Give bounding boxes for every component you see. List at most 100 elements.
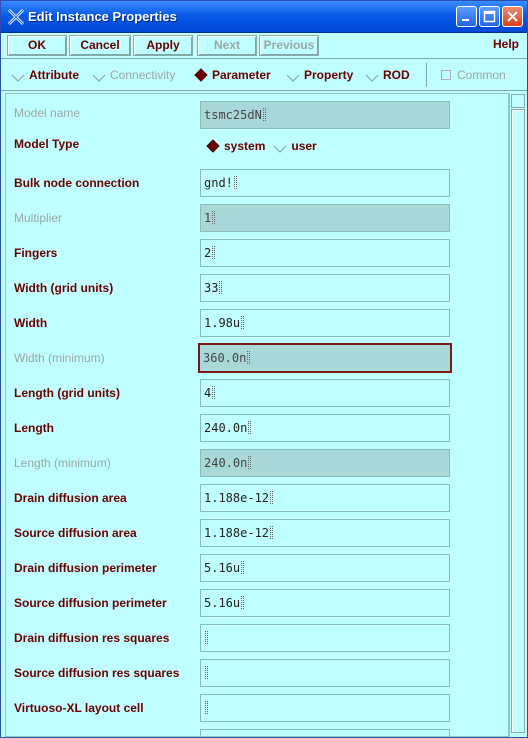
drain-area-label: Drain diffusion area (14, 491, 127, 505)
form-row-bulk-node: Bulk node connection gnd! (6, 168, 508, 203)
next-button[interactable]: Next (197, 35, 257, 56)
fingers-input[interactable]: 2 (200, 239, 450, 267)
tab-rod[interactable]: ROD (365, 68, 410, 82)
width-grid-label: Width (grid units) (14, 281, 114, 295)
model-type-radio-group: system user (206, 139, 325, 153)
form-row-drain-res: Drain diffusion res squares (6, 623, 508, 658)
help-button[interactable]: Help (493, 37, 519, 51)
tab-parameter[interactable]: Parameter (194, 68, 271, 82)
model-type-system-radio[interactable]: system (206, 139, 265, 153)
bulk-node-label: Bulk node connection (14, 176, 140, 190)
apply-button[interactable]: Apply (133, 35, 193, 56)
vxl-cell-input[interactable] (200, 694, 450, 722)
close-icon (507, 11, 518, 22)
tab-connectivity-label: Connectivity (110, 68, 176, 82)
drain-res-input[interactable] (200, 624, 450, 652)
radio-checked-icon (206, 139, 220, 153)
model-name-field[interactable]: tsmc25dN (200, 101, 450, 129)
form-row-model-name: Model name tsmc25dN (6, 98, 508, 133)
form-row-drain-area: Drain diffusion area 1.188e-12 (6, 483, 508, 518)
scroll-thumb[interactable] (511, 109, 525, 733)
edit-instance-properties-window: Edit Instance Properties OK Cancel Apply… (0, 0, 528, 738)
drain-res-label: Drain diffusion res squares (14, 631, 170, 645)
app-x-icon (7, 8, 25, 26)
cancel-button[interactable]: Cancel (69, 35, 131, 56)
tab-property-label: Property (304, 68, 354, 82)
source-res-label: Source diffusion res squares (14, 666, 180, 680)
length-min-label: Length (minimum) (14, 456, 111, 470)
width-min-label: Width (minimum) (14, 351, 105, 365)
form-row-length-grid: Length (grid units) 4 (6, 378, 508, 413)
length-grid-label: Length (grid units) (14, 386, 120, 400)
ok-button[interactable]: OK (7, 35, 67, 56)
width-grid-input[interactable]: 33 (200, 274, 450, 302)
drain-perimeter-label: Drain diffusion perimeter (14, 561, 157, 575)
form-row-source-perimeter: Source diffusion perimeter 5.16u (6, 588, 508, 623)
maximize-icon (483, 10, 496, 23)
source-res-input[interactable] (200, 659, 450, 687)
form-row-source-area: Source diffusion area 1.188e-12 (6, 518, 508, 553)
form-row-source-res: Source diffusion res squares (6, 658, 508, 693)
scroll-up-arrow-icon[interactable] (511, 94, 525, 108)
radio-unchecked-icon (365, 68, 379, 82)
length-grid-input[interactable]: 4 (200, 379, 450, 407)
form-row-fingers: Fingers 2 (6, 238, 508, 273)
radio-unchecked-icon (92, 68, 106, 82)
tab-attribute[interactable]: Attribute (11, 68, 79, 82)
radio-checked-icon (194, 68, 208, 82)
source-area-input[interactable]: 1.188e-12 (200, 519, 450, 547)
radio-unchecked-icon (11, 68, 25, 82)
form-row-model-type: Model Type system user (6, 133, 508, 168)
divider (426, 63, 427, 87)
tab-rod-label: ROD (383, 68, 410, 82)
common-checkbox-label: Common (457, 68, 506, 82)
model-type-label: Model Type (14, 137, 80, 151)
multiplier-label: Multiplier (14, 211, 63, 225)
common-checkbox[interactable]: Common (441, 68, 506, 82)
tab-connectivity[interactable]: Connectivity (92, 68, 175, 82)
source-perimeter-label: Source diffusion perimeter (14, 596, 167, 610)
checkbox-icon (441, 70, 451, 80)
multiplier-field[interactable]: 1 (200, 204, 450, 232)
partial-input[interactable] (200, 729, 450, 736)
drain-area-input[interactable]: 1.188e-12 (200, 484, 450, 512)
source-perimeter-input[interactable]: 5.16u (200, 589, 450, 617)
parameter-form: Model name tsmc25dN Model Type system us… (5, 93, 509, 737)
minimize-icon (462, 19, 469, 21)
form-row-multiplier: Multiplier 1 (6, 203, 508, 238)
tab-property[interactable]: Property (286, 68, 353, 82)
width-input[interactable]: 1.98u (200, 309, 450, 337)
title-bar[interactable]: Edit Instance Properties (1, 1, 527, 33)
maximize-button[interactable] (479, 6, 500, 27)
bulk-node-input[interactable]: gnd! (200, 169, 450, 197)
length-input[interactable]: 240.0n (200, 414, 450, 442)
form-row-width: Width 1.98u (6, 308, 508, 343)
form-row-vxl-cell: Virtuoso-XL layout cell (6, 693, 508, 728)
length-label: Length (14, 421, 54, 435)
model-type-user-radio[interactable]: user (273, 139, 317, 153)
width-min-field[interactable]: 360.0n (198, 343, 452, 373)
length-min-field[interactable]: 240.0n (200, 449, 450, 477)
form-row-partial (6, 728, 508, 736)
tab-attribute-label: Attribute (29, 68, 79, 82)
radio-unchecked-icon (286, 68, 300, 82)
fingers-label: Fingers (14, 246, 58, 260)
vxl-cell-label: Virtuoso-XL layout cell (14, 701, 144, 715)
minimize-button[interactable] (456, 6, 477, 27)
close-button[interactable] (502, 6, 523, 27)
form-row-width-min: Width (minimum) 360.0n (6, 343, 508, 378)
radio-unchecked-icon (273, 145, 287, 153)
width-label: Width (14, 316, 48, 330)
vertical-scrollbar[interactable] (509, 93, 526, 737)
tab-parameter-label: Parameter (212, 68, 271, 82)
drain-perimeter-input[interactable]: 5.16u (200, 554, 450, 582)
section-radio-bar: Attribute Connectivity Parameter Propert… (1, 59, 527, 91)
window-title: Edit Instance Properties (28, 9, 177, 24)
previous-button[interactable]: Previous (259, 35, 319, 56)
form-row-width-grid: Width (grid units) 33 (6, 273, 508, 308)
model-name-label: Model name (14, 106, 81, 120)
form-row-drain-perimeter: Drain diffusion perimeter 5.16u (6, 553, 508, 588)
form-row-length-min: Length (minimum) 240.0n (6, 448, 508, 483)
action-button-bar: OK Cancel Apply Next Previous Help (1, 33, 527, 59)
form-row-length: Length 240.0n (6, 413, 508, 448)
